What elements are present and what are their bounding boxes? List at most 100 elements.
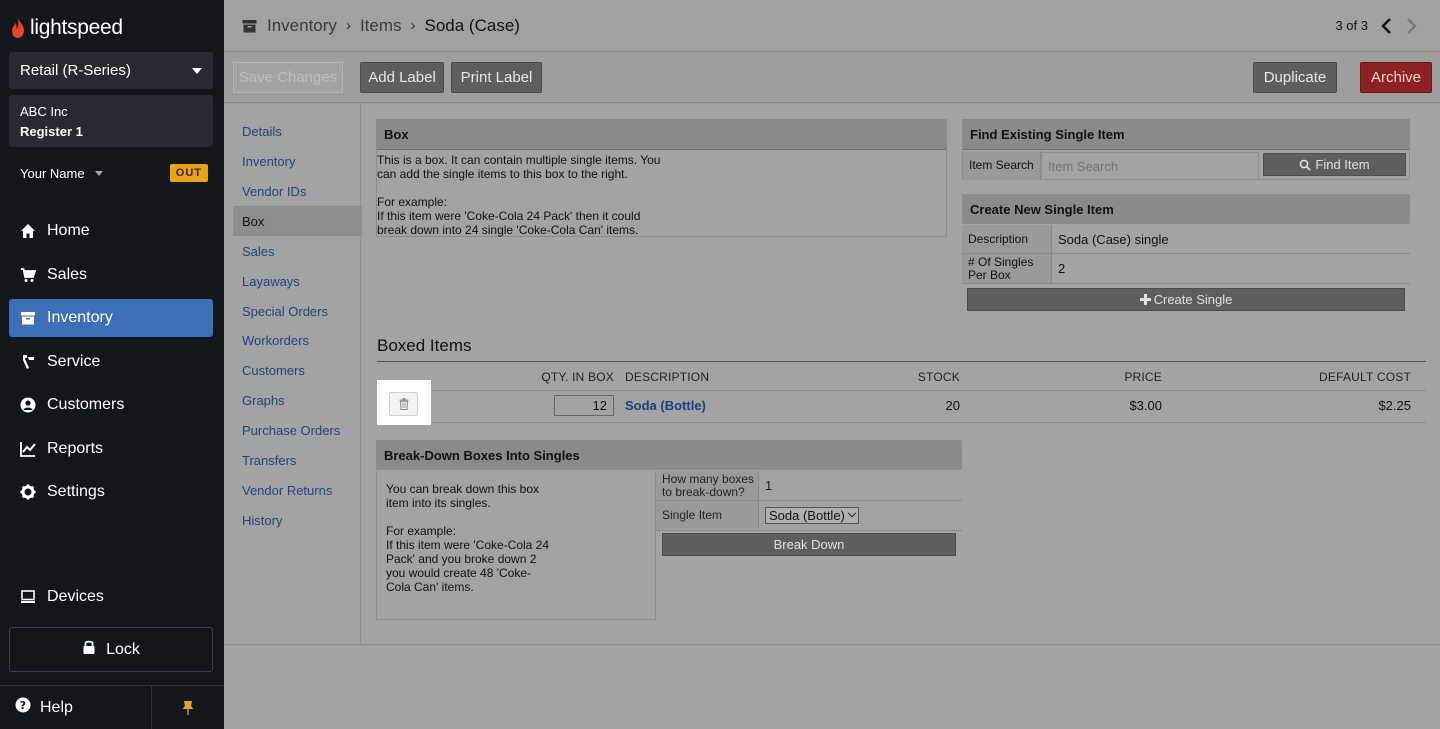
page-title: Soda (Case) (424, 15, 520, 35)
wrench-icon (19, 353, 37, 371)
store-selector[interactable]: Retail (R-Series) (9, 52, 213, 89)
item-description-link[interactable]: Soda (Bottle) (625, 398, 706, 413)
description-field[interactable]: Soda (Case) single (1052, 225, 1410, 254)
subnav-graphs[interactable]: Graphs (233, 386, 361, 416)
caret-down-icon (94, 170, 103, 176)
nav-reports[interactable]: Reports (9, 430, 213, 468)
nav-home[interactable]: Home (9, 212, 213, 250)
user-icon (19, 396, 37, 414)
subnav-history[interactable]: History (233, 506, 361, 536)
previous-record-button[interactable] (1376, 15, 1396, 37)
boxes-count-field[interactable]: 1 (759, 471, 962, 501)
brand-name: lightspeed (30, 16, 123, 39)
break-down-help: You can break down this box item into it… (376, 471, 656, 620)
chevron-down-icon (847, 508, 857, 517)
column-stock[interactable]: STOCK (918, 370, 960, 384)
monitor-icon (19, 588, 37, 606)
user-name: Your Name (20, 165, 85, 181)
record-pager: 3 of 3 (1335, 18, 1368, 33)
trash-icon (399, 398, 408, 410)
pin-sidebar-button[interactable] (152, 685, 224, 729)
subnav-inventory[interactable]: Inventory (233, 147, 361, 177)
subnav-purchase-orders[interactable]: Purchase Orders (233, 416, 361, 446)
single-item-select[interactable]: Soda (Bottle) (765, 507, 859, 524)
pin-icon (182, 700, 194, 715)
nav-devices[interactable]: Devices (9, 578, 213, 616)
break-down-panel: Break-Down Boxes Into Singles You can br… (376, 440, 962, 621)
table-header-divider (377, 390, 1426, 391)
nav-label: Home (47, 222, 90, 239)
subnav-sales[interactable]: Sales (233, 237, 361, 267)
boxes-count-row: How many boxes to break-down? 1 (656, 471, 962, 501)
subnav-vendor-returns[interactable]: Vendor Returns (233, 476, 361, 506)
column-description[interactable]: DESCRIPTION (625, 370, 709, 384)
nav-service[interactable]: Service (9, 343, 213, 381)
find-item-button[interactable]: Find Item (1263, 153, 1406, 176)
toolbar: Save Changes Add Label Print Label Dupli… (224, 53, 1440, 103)
help-button[interactable]: ? Help (0, 685, 152, 729)
breadcrumb-items[interactable]: Items (360, 16, 402, 36)
break-down-button[interactable]: Break Down (662, 533, 956, 556)
nav-inventory[interactable]: Inventory (9, 299, 213, 337)
nav-sales[interactable]: Sales (9, 256, 213, 294)
lock-button[interactable]: Lock (9, 627, 213, 672)
add-label-button[interactable]: Add Label (360, 62, 444, 93)
create-single-button[interactable]: Create Single (967, 288, 1405, 311)
column-qty-in-box[interactable]: QTY. IN BOX (541, 370, 614, 384)
box-example-label: For example: (377, 195, 448, 209)
break-down-example-text: If this item were 'Coke-Cola 24 Pack' an… (386, 538, 550, 594)
break-down-help-line: You can break down this box item into it… (386, 482, 539, 510)
subnav-special-orders[interactable]: Special Orders (233, 297, 361, 327)
nav-label: Inventory (47, 309, 113, 326)
print-label-button[interactable]: Print Label (451, 62, 542, 93)
next-record-button[interactable] (1402, 15, 1422, 37)
qty-in-box-input[interactable] (554, 395, 614, 416)
find-item-label: Find Item (1315, 157, 1370, 172)
duplicate-button[interactable]: Duplicate (1253, 62, 1337, 93)
boxes-count-label: How many boxes to break-down? (656, 471, 759, 501)
column-price[interactable]: PRICE (1124, 370, 1162, 384)
nav-settings[interactable]: Settings (9, 473, 213, 511)
nav-label: Service (47, 353, 101, 370)
inventory-icon (19, 309, 37, 327)
singles-per-box-field[interactable]: 2 (1052, 254, 1410, 284)
chevron-right-icon: › (410, 17, 416, 34)
help-label: Help (40, 698, 73, 716)
breadcrumb-inventory[interactable]: Inventory (267, 16, 337, 36)
item-search-label-row: Item Search (963, 151, 1041, 180)
item-stock: 20 (945, 398, 960, 413)
box-description-line: This is a box. It can contain multiple s… (377, 153, 661, 181)
subnav-details[interactable]: Details (233, 117, 361, 147)
item-box-page: Details Inventory Vendor IDs Box Sales L… (224, 104, 1440, 645)
svg-text:?: ? (20, 699, 26, 712)
item-search-label: Item Search (963, 151, 1041, 180)
archive-button[interactable]: Archive (1360, 62, 1432, 93)
save-changes-button[interactable]: Save Changes (233, 62, 343, 93)
caret-down-icon (192, 67, 202, 74)
singles-per-box-label: # Of Singles Per Box (962, 254, 1052, 284)
single-item-cell: Soda (Bottle) (759, 501, 962, 531)
lightspeed-logo[interactable]: lightspeed (10, 14, 123, 42)
single-item-row: Single Item Soda (Bottle) (656, 501, 962, 531)
nav-label: Sales (47, 266, 88, 283)
column-default-cost[interactable]: DEFAULT COST (1319, 370, 1411, 384)
subnav-vendor-ids[interactable]: Vendor IDs (233, 177, 361, 207)
subnav-customers[interactable]: Customers (233, 356, 361, 386)
chevron-right-icon (1407, 18, 1417, 34)
subnav-layaways[interactable]: Layaways (233, 267, 361, 297)
create-single-label: Create Single (1153, 292, 1233, 307)
gear-icon (19, 483, 37, 501)
nav-label: Reports (47, 440, 104, 457)
nav-customers[interactable]: Customers (9, 386, 213, 424)
remove-item-cell (377, 380, 431, 425)
item-search-input[interactable] (1041, 152, 1259, 180)
company-register-card[interactable]: ABC Inc Register 1 (9, 95, 213, 147)
nav-label: Customers (47, 396, 125, 413)
clock-out-badge[interactable]: OUT (169, 164, 208, 182)
subnav-transfers[interactable]: Transfers (233, 446, 361, 476)
subnav-workorders[interactable]: Workorders (233, 326, 361, 356)
subnav-box[interactable]: Box (233, 206, 362, 236)
inventory-icon (242, 19, 257, 32)
remove-item-button[interactable] (389, 392, 418, 416)
user-menu[interactable]: Your Name OUT (20, 162, 208, 184)
